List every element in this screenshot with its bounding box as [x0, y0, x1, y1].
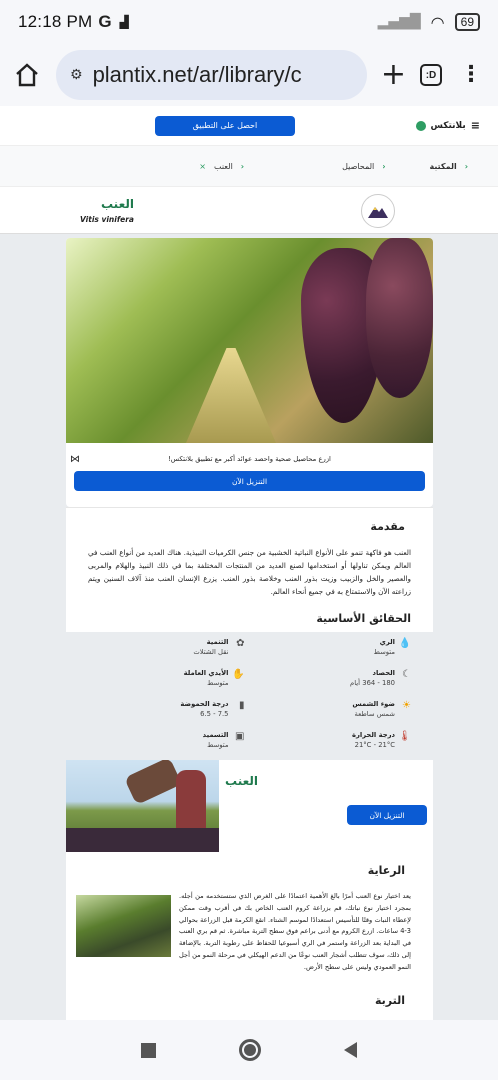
fact-item: 💧 الري متوسط: [255, 638, 411, 657]
web-page: احصل على التطبيق ≡ بلانتكس ‹ المكتبة ‹ ا…: [0, 106, 498, 1020]
fact-value: متوسط: [207, 741, 229, 749]
chevron-icon: ‹: [240, 161, 245, 171]
share-icon[interactable]: ⋈: [70, 454, 80, 465]
chevron-icon: ‹: [382, 161, 386, 171]
hero-image: [66, 238, 433, 443]
vineyard-thumbnail-image: [76, 895, 171, 957]
facts-section: الحقائق الأساسية 💧 الري متوسط ✿ التنمية نقل ا…: [66, 604, 433, 760]
download-now-button[interactable]: التنزيل الآن: [74, 471, 425, 491]
status-bar: 12:18 PM G ▟ ▂▄▆█ ◠ 69: [0, 0, 498, 44]
more-menu-icon[interactable]: ⋮: [456, 64, 486, 86]
fact-label: التنمية: [206, 638, 229, 646]
facts-grid: 💧 الري متوسط ✿ التنمية نقل الشتلات ☾ الحصاد 180 …: [66, 632, 433, 750]
google-icon: G: [98, 12, 112, 31]
menu-icon[interactable]: ≡: [471, 119, 480, 132]
fact-item: 🌡 درجة الحرارة 21°C - 21°C: [255, 731, 411, 750]
fact-value: متوسط: [373, 648, 395, 656]
fact-item: ▣ التسميد متوسط: [88, 731, 245, 750]
fact-item: ✋ الأيدي العاملة متوسط: [88, 669, 245, 688]
wifi-icon: ◠: [430, 12, 445, 32]
recents-icon[interactable]: [141, 1042, 157, 1058]
thermometer-icon: 🌡: [398, 731, 411, 742]
harvest-image: [66, 760, 219, 852]
sun-icon: ☀: [402, 700, 411, 711]
crop-name: العنب: [100, 197, 134, 211]
get-app-button[interactable]: احصل على التطبيق: [155, 115, 295, 136]
breadcrumb-item-crops[interactable]: المحاصيل: [342, 162, 374, 171]
soil-section: التربة: [66, 984, 433, 1020]
notification-icon: ▟: [119, 15, 129, 29]
breadcrumb: ‹ المكتبة ‹ المحاصيل ‹ العنب ×: [0, 146, 498, 186]
fact-value: 180 - 364 أيام: [350, 679, 395, 687]
chevron-icon: ‹: [464, 161, 468, 171]
home-nav-icon[interactable]: [238, 1039, 261, 1061]
breadcrumb-item-grape: العنب: [214, 161, 233, 171]
fact-label: درجة الحموضة: [180, 700, 229, 708]
crop-title-bar: العنب Vitis vinifera: [0, 186, 498, 234]
download-now-button-2[interactable]: التنزيل الآن: [347, 805, 427, 825]
breadcrumb-item-library[interactable]: المكتبة: [430, 162, 457, 171]
hero-card: ⋈ ازرع محاصيل صحية واحصد عوائد أكبر مع ت…: [66, 238, 433, 507]
fact-item: ▮ درجة الحموضة 7.5 - 6.5: [88, 700, 245, 719]
intro-title: مقدمة: [370, 520, 405, 533]
person-image: [176, 770, 206, 830]
address-bar[interactable]: ⚙ plantix.net/ar/library/c: [56, 50, 367, 100]
ph-icon: ▮: [238, 700, 245, 711]
fertilizer-icon: ▣: [235, 731, 245, 742]
fact-label: التسميد: [202, 731, 229, 739]
vineyard-path: [186, 348, 276, 443]
tabs-icon[interactable]: :D: [420, 64, 442, 86]
hand-icon: ✋: [232, 669, 245, 680]
fact-value: شمس ساطعة: [354, 710, 395, 718]
fact-value: نقل الشتلات: [193, 648, 229, 656]
fact-label: الأيدي العاملة: [183, 669, 229, 677]
water-drop-icon: 💧: [398, 638, 411, 649]
brand-name: بلانتكس: [430, 120, 466, 131]
fact-value: 21°C - 21°C: [354, 741, 395, 749]
fact-label: ضوء الشمس: [352, 700, 395, 708]
brand[interactable]: ≡ بلانتكس: [415, 119, 480, 132]
status-time: 12:18 PM: [18, 12, 93, 31]
crop-title-block: العنب Vitis vinifera: [80, 197, 134, 224]
fact-label: درجة الحرارة: [351, 731, 395, 739]
fact-item: ☾ الحصاد 180 - 364 أيام: [255, 669, 411, 688]
url-text[interactable]: plantix.net/ar/library/c: [93, 62, 302, 88]
intro-body: العنب هو فاكهة تنمو على الأنواع النباتية…: [88, 548, 411, 596]
promo-text: ازرع محاصيل صحية واحصد عوائد أكبر مع تطب…: [168, 455, 331, 463]
sickle-icon: ☾: [402, 669, 411, 680]
care-section: الرعاية يعد اختيار نوع العنب أمرًا بالغ …: [66, 852, 433, 984]
seedling-icon: ✿: [236, 638, 245, 649]
app-promo-card: العنب التنزيل الآن: [66, 760, 433, 852]
crop-latin-name: Vitis vinifera: [80, 215, 134, 224]
facts-title: الحقائق الأساسية: [316, 612, 411, 625]
care-body: يعد اختيار نوع العنب أمرًا بالغ الأهمية …: [179, 892, 411, 971]
signal-icon: ▂▄▆█: [377, 14, 421, 30]
site-header: احصل على التطبيق ≡ بلانتكس: [0, 106, 498, 146]
grapes-crate-image: [66, 828, 219, 852]
care-title: الرعاية: [367, 864, 405, 877]
battery-icon: 69: [454, 13, 480, 31]
grape-bunch-image: [366, 238, 433, 398]
site-settings-icon[interactable]: ⚙: [70, 67, 83, 83]
bucket-image: [124, 760, 182, 806]
browser-toolbar: ⚙ plantix.net/ar/library/c + :D ⋮: [0, 44, 498, 106]
facts-grid-bg: 💧 الري متوسط ✿ التنمية نقل الشتلات ☾ الحصاد 180 …: [66, 632, 433, 760]
new-tab-icon[interactable]: +: [381, 60, 406, 90]
crop-icon: [361, 194, 395, 228]
app-card-title: العنب: [225, 774, 258, 788]
fact-value: 7.5 - 6.5: [200, 710, 229, 718]
fact-value: متوسط: [207, 679, 229, 687]
intro-section: مقدمة العنب هو فاكهة تنمو على الأنواع ال…: [66, 507, 433, 604]
close-icon[interactable]: ×: [199, 162, 206, 171]
fact-label: الري: [379, 638, 395, 646]
plantix-logo-icon: [415, 120, 426, 131]
fact-item: ☀ ضوء الشمس شمس ساطعة: [255, 700, 411, 719]
soil-title: التربة: [374, 994, 405, 1007]
home-icon[interactable]: [12, 60, 42, 90]
back-icon[interactable]: [343, 1042, 357, 1058]
fact-item: ✿ التنمية نقل الشتلات: [88, 638, 245, 657]
fact-label: الحصاد: [372, 669, 395, 677]
android-nav-bar: [0, 1020, 498, 1080]
